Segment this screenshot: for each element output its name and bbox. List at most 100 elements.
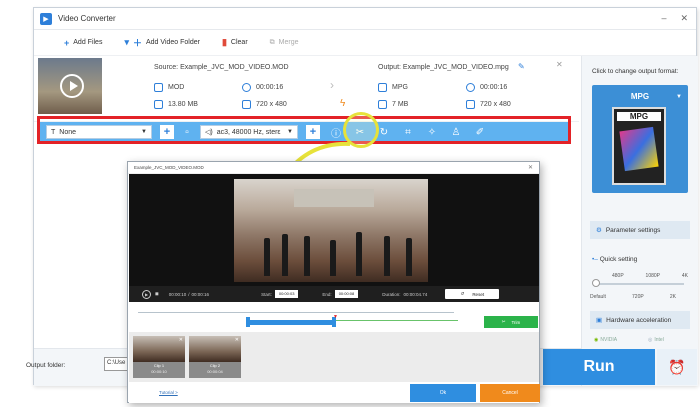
main-toolbar: + Add Files ▾ ＋ Add Video Folder ▮ Clear ⧉ Me… [34,30,696,56]
tick-1080p: 1080P [645,273,661,279]
minimize-button[interactable]: – [661,13,666,24]
output-size-value: 7 MB [392,101,409,108]
run-button[interactable]: Run [543,349,655,385]
duration-label: Duration: [382,291,401,297]
quick-setting-label: •– Quick setting [592,256,637,263]
reset-button[interactable]: ↺ Reset [445,289,500,299]
stage-banner [294,189,374,207]
tick-480p: 480P [612,273,624,279]
app-logo-icon: ▶ [40,12,52,25]
lightning-icon: ϟ [340,98,346,109]
hardware-acceleration-button[interactable]: ▣ Hardware acceleration [590,311,690,329]
end-label: End: [322,291,332,297]
output-format: MPG [378,83,408,92]
tick-4k: 4K [681,273,688,279]
timeline-played [328,320,458,321]
play-button[interactable]: ▶ [142,289,151,299]
output-duration: 00:00:16 [466,83,507,92]
resolution-icon [466,100,475,109]
nvidia-label: NVIDIA [600,337,618,343]
add-video-folder-label: Add Video Folder [146,39,200,46]
concert-video-frame [234,179,428,282]
clip-item[interactable]: ✕ Clip 1 00:00:10 [133,336,185,378]
performer [330,240,336,276]
dialog-close-button[interactable]: ✕ [528,164,533,171]
output-duration-value: 00:00:16 [480,84,508,91]
mpg-file-icon: MPG [612,107,666,185]
add-video-folder-button[interactable]: ▾ ＋ Add Video Folder [124,36,200,49]
performer [304,236,310,276]
play-icon[interactable] [60,74,84,98]
clip-thumbnail [133,336,185,362]
clip-duration: 00:00:04 [207,369,223,374]
parameter-settings-button[interactable]: ⚙ Parameter settings [590,221,690,239]
parameter-settings-label: Parameter settings [605,226,661,234]
remove-file-icon[interactable]: ✕ [556,60,563,69]
current-time: 00:00:10 [168,291,187,297]
video-thumbnail[interactable] [38,58,102,114]
trim-button[interactable]: ✂ Trim [484,316,538,328]
end-time-field[interactable]: 00:00:08 [334,290,359,298]
close-button[interactable]: ✕ [680,13,688,24]
start-label: Start: [261,291,272,297]
ok-button[interactable]: Ok [410,384,476,402]
tick-720p: 720P [632,294,644,300]
source-duration: 00:00:16 [242,83,283,92]
clip-duration: 00:00:10 [151,369,167,374]
timeline-track[interactable] [138,312,454,313]
cancel-button[interactable]: Cancel [480,384,540,402]
folder-plus-icon: ＋ [132,38,142,48]
format-icon-label: MPG [617,112,661,121]
clear-label: Clear [230,39,248,46]
remove-clip-icon[interactable]: ✕ [235,337,239,343]
size-icon [154,100,163,109]
window-title: Video Converter [58,14,116,23]
edit-icon[interactable]: ✎ [518,62,525,71]
duration-value: 00:00:04.74 [403,291,428,297]
intel-icon: ◎ [648,337,653,343]
tick-default: Default [590,294,606,300]
start-time-field[interactable]: 00:00:03 [274,290,299,298]
quality-slider-knob[interactable] [592,279,600,287]
format-icon [154,83,163,92]
merge-label: Merge [278,39,299,46]
file-row[interactable]: Source: Example_JVC_MOD_VIDEO.MOD MOD 00… [34,56,579,122]
tutorial-link[interactable]: Tutorial > [159,390,178,395]
source-size-value: 13.80 MB [168,101,198,108]
output-folder-field[interactable]: C:\Use [104,357,128,371]
clip-item[interactable]: ✕ Clip 2 00:00:04 [189,336,241,378]
output-resolution-value: 720 x 480 [480,101,511,108]
stop-icon[interactable]: ◼ [155,291,159,297]
add-files-button[interactable]: + Add Files [64,38,102,48]
playhead-marker[interactable]: ▼ [333,314,338,320]
nvidia-badge[interactable]: ◉ NVIDIA [594,337,617,343]
alarm-clock-icon[interactable]: ⏰ [657,349,697,385]
slider-icon: •– [592,256,598,263]
performer [406,238,412,276]
dialog-footer [129,384,539,403]
clock-icon [242,83,251,92]
performer [264,238,270,276]
intel-badge[interactable]: ◎ Intel [648,337,664,343]
trim-start-handle[interactable] [246,317,250,327]
clear-button[interactable]: ▮ Clear [222,37,248,48]
quality-slider-track[interactable] [596,283,684,285]
resolution-icon [242,100,251,109]
dropdown-icon: ▼ [676,94,682,100]
reset-icon: ↺ [460,291,465,296]
source-resolution: 720 x 480 [242,100,287,109]
change-format-label: Click to change output format: [592,68,679,75]
clip-name: Clip 2 [209,363,221,368]
merge-button[interactable]: ⧉ Merge [270,39,299,47]
format-card[interactable]: MPG ▼ MPG [592,85,688,193]
trim-selection[interactable] [248,320,334,325]
quality-ticks-bottom: Default 720P 2K [590,294,688,300]
remove-clip-icon[interactable]: ✕ [179,337,183,343]
clip-name: Clip 1 [153,363,165,368]
clip-list: ✕ Clip 1 00:00:10 ✕ Clip 2 00:00:04 [129,332,539,382]
tick-2k: 2K [669,294,676,300]
performer [356,232,362,276]
format-icon [378,83,387,92]
plus-icon: + [64,37,70,48]
output-format-value: MPG [392,84,408,91]
